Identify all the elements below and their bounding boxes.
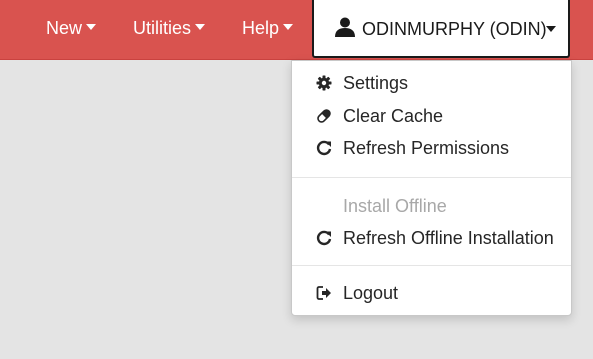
nav-utilities-menu[interactable]: Utilities	[133, 0, 206, 56]
eraser-icon	[317, 109, 331, 123]
user-menu-button[interactable]: ODINMURPHY (ODIN)	[312, 0, 570, 58]
menu-item-label: Clear Cache	[343, 106, 444, 126]
nav-help-menu[interactable]: Help	[242, 0, 294, 56]
menu-item-label: Refresh Permissions	[343, 138, 510, 158]
menu-divider	[292, 177, 571, 178]
menu-item-refresh-permissions[interactable]: Refresh Permissions	[292, 134, 571, 162]
gear-icon	[316, 75, 332, 91]
user-dropdown-menu: Settings Clear Cache Refresh Permissions…	[291, 60, 572, 316]
menu-divider	[292, 265, 571, 266]
logout-icon	[316, 286, 331, 300]
user-icon	[335, 17, 355, 37]
top-navbar: New Utilities Help ODINMURPHY (ODIN)	[0, 0, 593, 60]
menu-item-refresh-offline-installation[interactable]: Refresh Offline Installation	[292, 224, 571, 252]
menu-item-logout[interactable]: Logout	[292, 279, 571, 307]
menu-item-settings[interactable]: Settings	[292, 69, 571, 97]
menu-item-install-offline: Install Offline	[292, 192, 571, 220]
nav-new-menu[interactable]: New	[46, 0, 97, 56]
nav-new-label: New	[46, 18, 83, 38]
refresh-icon	[316, 230, 332, 246]
caret-down-icon	[546, 26, 556, 32]
menu-item-label: Settings	[343, 73, 409, 93]
user-name-label: ODINMURPHY (ODIN)	[362, 19, 547, 39]
menu-item-clear-cache[interactable]: Clear Cache	[292, 102, 571, 130]
caret-down-icon	[86, 24, 97, 31]
menu-item-label: Logout	[343, 283, 399, 303]
refresh-icon	[316, 140, 332, 156]
nav-help-label: Help	[242, 18, 280, 38]
nav-utilities-label: Utilities	[133, 18, 192, 38]
caret-down-icon	[195, 24, 206, 31]
menu-item-label: Refresh Offline Installation	[343, 228, 554, 248]
caret-down-icon	[283, 24, 294, 31]
menu-item-label: Install Offline	[343, 196, 447, 216]
